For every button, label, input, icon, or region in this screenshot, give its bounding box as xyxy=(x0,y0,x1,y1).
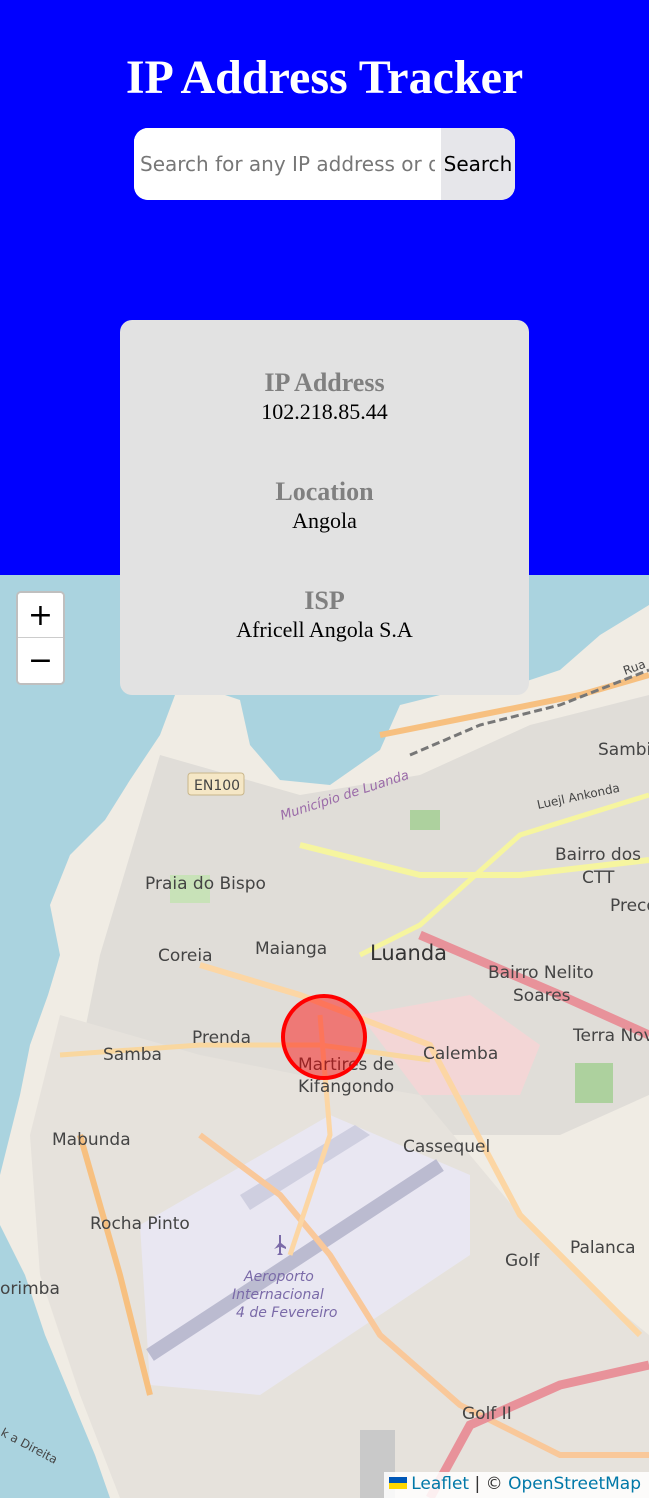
search-form: Search xyxy=(134,128,515,200)
search-input[interactable] xyxy=(134,128,441,200)
place-luanda: Luanda xyxy=(370,941,447,965)
place-maianga: Maianga xyxy=(255,939,327,959)
ip-address-block: IP Address 102.218.85.44 xyxy=(120,368,529,426)
place-calemba: Calemba xyxy=(423,1044,498,1064)
place-preco: Preco xyxy=(610,896,649,916)
isp-block: ISP Africell Angola S.A xyxy=(120,586,529,644)
ip-address-value: 102.218.85.44 xyxy=(261,399,388,424)
info-card: IP Address 102.218.85.44 Location Angola… xyxy=(120,320,529,695)
zoom-out-button[interactable]: − xyxy=(18,638,63,683)
place-kifangondo: Kifangondo xyxy=(298,1077,394,1097)
map-tiles: Sambi Bairro dos CTT Preco Praia do Bisp… xyxy=(0,575,649,1498)
place-soares: Soares xyxy=(513,986,571,1006)
map-container[interactable]: Sambi Bairro dos CTT Preco Praia do Bisp… xyxy=(0,575,649,1498)
place-internacional: Internacional xyxy=(232,1287,324,1303)
place-ctt: CTT xyxy=(582,868,615,888)
place-sambi: Sambi xyxy=(598,740,649,760)
page-title: IP Address Tracker xyxy=(125,51,524,104)
location-marker[interactable] xyxy=(281,994,367,1080)
place-bairro-dos: Bairro dos xyxy=(555,845,641,865)
road-en100: EN100 xyxy=(194,778,240,794)
place-aeroporto: Aeroporto xyxy=(243,1269,314,1285)
attribution-separator: | © xyxy=(474,1474,503,1494)
zoom-in-button[interactable]: + xyxy=(18,593,63,638)
park-2 xyxy=(410,810,440,830)
leaflet-link[interactable]: Leaflet xyxy=(411,1474,469,1494)
place-coreia: Coreia xyxy=(158,946,213,966)
place-cassequel: Cassequel xyxy=(403,1137,490,1157)
openstreetmap-link[interactable]: OpenStreetMap xyxy=(508,1474,641,1494)
location-block: Location Angola xyxy=(120,477,529,535)
place-praia-do-bispo: Praia do Bispo xyxy=(145,874,266,894)
place-fevereiro: 4 de Fevereiro xyxy=(236,1305,337,1321)
isp-label: ISP xyxy=(304,586,345,615)
place-golf-ii: Golf II xyxy=(462,1404,512,1424)
place-palanca: Palanca xyxy=(570,1238,636,1258)
location-value: Angola xyxy=(292,508,357,533)
place-mabunda: Mabunda xyxy=(52,1130,131,1150)
location-label: Location xyxy=(275,477,374,506)
zoom-control: + − xyxy=(16,591,65,685)
place-samba: Samba xyxy=(103,1045,162,1065)
search-button[interactable]: Search xyxy=(441,128,515,200)
place-prenda: Prenda xyxy=(192,1028,251,1048)
ukraine-flag-icon xyxy=(389,1477,408,1489)
place-rocha-pinto: Rocha Pinto xyxy=(90,1214,190,1234)
place-orimba: orimba xyxy=(0,1279,60,1299)
ip-address-label: IP Address xyxy=(264,368,385,397)
place-terra-nov: Terra Nov xyxy=(572,1026,649,1046)
isp-value: Africell Angola S.A xyxy=(236,617,413,642)
place-golf: Golf xyxy=(505,1251,540,1271)
park xyxy=(575,1063,613,1103)
place-bairro-nelito: Bairro Nelito xyxy=(488,963,594,983)
map-attribution: Leaflet | © OpenStreetMap xyxy=(384,1472,649,1498)
